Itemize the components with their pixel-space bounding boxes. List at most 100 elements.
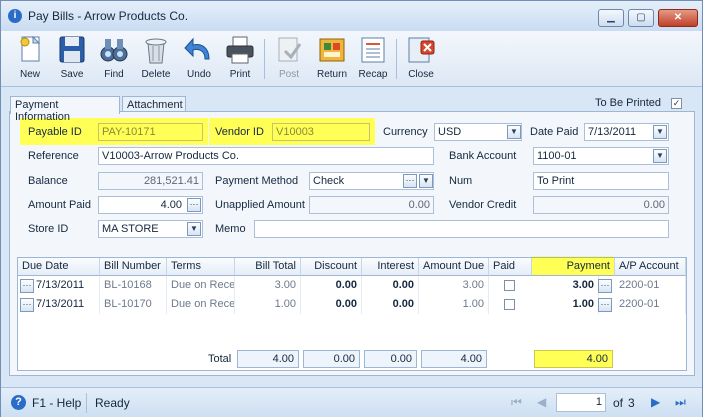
payable-id-field[interactable]: PAY-10171 [98,123,203,141]
chevron-down-icon[interactable]: ▼ [653,149,667,163]
cell-terms: Due on Rece [167,276,235,295]
store-id-label: Store ID [28,223,69,235]
chevron-down-icon[interactable]: ▼ [507,125,521,139]
total-label: Total [208,353,232,365]
cell-bill-total: 1.00 [235,295,301,314]
column-header-due-date[interactable]: Due Date [18,258,100,276]
paid-checkbox[interactable] [504,280,515,291]
column-header-interest[interactable]: Interest [362,258,419,276]
undo-button[interactable]: Undo [182,35,216,85]
page-number-input[interactable]: 1 [556,393,606,412]
to-be-printed-checkbox[interactable]: ✓ [671,98,682,109]
first-page-icon[interactable]: ⏮ [511,395,522,411]
vendor-credit-label: Vendor Credit [449,199,517,211]
return-button[interactable]: Return [314,35,350,85]
vendor-id-field[interactable]: V10003 [272,123,370,141]
app-icon: i [8,9,22,23]
status-bar: ? F1 - Help Ready ⏮ ◀ 1 of 3 ▶ ⏭ [1,387,702,417]
find-button[interactable]: Find [97,35,131,85]
column-header-terms[interactable]: Terms [167,258,235,276]
new-button[interactable]: New [13,35,47,85]
cell-amount-due: 3.00 [419,276,489,295]
cell-interest[interactable]: 0.00 [362,295,419,314]
currency-label: Currency [383,126,428,138]
recap-sheet-icon [357,35,389,65]
column-header-payment[interactable]: Payment [532,258,615,276]
cell-bill-number: BL-10168 [100,276,167,295]
post-document-icon [273,35,305,65]
total-payment: 4.00 [534,350,613,368]
previous-page-icon[interactable]: ◀ [537,395,546,411]
cell-payment[interactable]: 3.00 [532,276,599,295]
cell-due-date: 7/13/2011 [32,276,100,295]
next-page-icon[interactable]: ▶ [651,395,660,411]
column-header-amount-due[interactable]: Amount Due [419,258,489,276]
column-header-paid[interactable]: Paid [489,258,532,276]
memo-field[interactable] [254,220,669,238]
bank-account-select[interactable]: 1100-01 [533,147,669,165]
column-header-bill-number[interactable]: Bill Number [100,258,167,276]
payment-method-label: Payment Method [215,175,299,187]
cell-discount[interactable]: 0.00 [301,276,362,295]
page-count: 3 [628,396,635,410]
cell-payment[interactable]: 1.00 [532,295,599,314]
toolbar-separator [396,39,397,79]
chevron-down-icon[interactable]: ▼ [187,222,201,236]
bills-grid: Due Date Bill Number Terms Bill Total Di… [17,257,687,371]
balance-field: 281,521.41 [98,172,203,190]
binoculars-icon [98,35,130,65]
date-paid-label: Date Paid [530,126,579,138]
unapplied-amount-field: 0.00 [309,196,434,214]
last-page-icon[interactable]: ⏭ [675,395,686,411]
tab-payment-information[interactable]: Payment Information [10,96,120,123]
column-header-bill-total[interactable]: Bill Total [235,258,301,276]
help-icon[interactable]: ? [11,395,26,410]
calculator-icon[interactable]: ··· [187,198,201,212]
cell-bill-number: BL-10170 [100,295,167,314]
help-label[interactable]: F1 - Help [32,396,81,410]
reference-label: Reference [28,150,79,162]
trash-can-icon [140,35,172,65]
of-label: of [613,396,624,410]
lookup-icon[interactable]: ··· [403,174,417,188]
save-button[interactable]: Save [55,35,89,85]
calendar-dropdown-icon[interactable]: ▼ [653,125,667,139]
payment-lookup-icon[interactable]: ··· [598,298,612,312]
cell-ap-account: 2200-01 [615,276,686,295]
vendor-credit-field: 0.00 [533,196,669,214]
minimize-button[interactable]: ▁ [598,9,624,27]
paid-checkbox[interactable] [504,299,515,310]
maximize-button[interactable]: ▢ [628,9,654,27]
vendor-id-label: Vendor ID [215,126,264,138]
num-field[interactable]: To Print [533,172,669,190]
cell-discount[interactable]: 0.00 [301,295,362,314]
post-button[interactable]: Post [272,35,306,85]
unapplied-amount-label: Unapplied Amount [215,199,305,211]
status-separator [86,393,87,413]
total-interest: 0.00 [364,350,417,368]
status-text: Ready [95,396,130,410]
balance-label: Balance [28,175,68,187]
total-bill-total: 4.00 [237,350,299,368]
pay-bills-window: i Pay Bills - Arrow Products Co. ▁ ▢ ✕ N… [0,0,703,417]
close-button[interactable]: Close [404,35,438,85]
delete-button[interactable]: Delete [139,35,173,85]
payment-lookup-icon[interactable]: ··· [598,279,612,293]
column-header-ap-account[interactable]: A/P Account [615,258,686,276]
close-window-button[interactable]: ✕ [658,9,698,27]
payable-id-label: Payable ID [28,126,82,138]
toolbar-separator [264,39,265,79]
floppy-disk-icon [56,35,88,65]
cell-interest[interactable]: 0.00 [362,276,419,295]
total-amount-due: 4.00 [421,350,487,368]
print-button[interactable]: Print [223,35,257,85]
recap-button[interactable]: Recap [356,35,390,85]
column-header-discount[interactable]: Discount [301,258,362,276]
reference-field[interactable]: V10003-Arrow Products Co. [98,147,434,165]
new-document-icon [14,35,46,65]
window-title: Pay Bills - Arrow Products Co. [28,9,189,23]
printer-icon [224,35,256,65]
chevron-down-icon[interactable]: ▼ [419,174,433,188]
cell-bill-total: 3.00 [235,276,301,295]
to-be-printed-label: To Be Printed [595,97,662,109]
